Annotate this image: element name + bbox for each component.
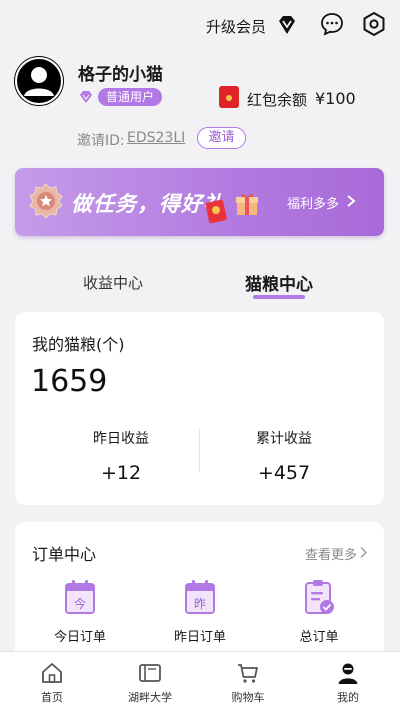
banner-title: 做任务，得好礼 [71,192,225,216]
svg-text:今: 今 [74,596,86,611]
member-diamond-icon [80,91,92,103]
grain-card: 我的猫粮(个) 1659 昨日收益 +12 累计收益 +457 [15,312,384,505]
task-banner[interactable]: 做任务，得好礼 福利多多 [15,168,384,236]
order-total[interactable]: 总订单 [274,578,364,648]
tab-income-center[interactable]: 收益中心 [83,272,143,293]
clipboard-check-icon [305,580,334,614]
stat-yesterday-label: 昨日收益 [93,431,149,447]
invite-code[interactable]: EDS23LI [127,130,185,146]
user-silhouette-icon [15,57,63,105]
invite-id-label: 邀请ID: [77,133,125,149]
grain-total: 1659 [31,364,108,399]
order-today-label: 今日订单 [53,630,106,645]
chevron-right-icon [360,547,367,558]
calendar-yesterday-icon: 昨 [185,580,215,614]
profile-icon [338,663,358,684]
red-envelope-icon [205,199,227,224]
message-icon[interactable] [319,11,345,37]
nav-university[interactable]: 湖畔大学 [100,652,200,710]
avatar[interactable] [14,56,64,106]
member-badge: 普通用户 [98,88,163,106]
username: 格子的小猫 [78,65,163,85]
red-packet-icon [219,86,239,108]
nav-mine-label: 我的 [337,691,359,704]
red-packet-value: ¥100 [315,89,356,108]
home-icon [42,663,62,683]
nav-university-label: 湖畔大学 [128,691,172,704]
upgrade-label[interactable]: 升级会员 [206,16,266,37]
chevron-right-icon [347,195,356,207]
banner-more-link[interactable]: 福利多多 [287,193,339,212]
order-today[interactable]: 今 今日订单 [35,578,125,648]
order-yesterday[interactable]: 昨 昨日订单 [155,578,245,648]
cart-icon [238,664,258,683]
settings-icon[interactable] [361,11,387,37]
stat-yesterday-value: +12 [100,462,142,484]
nav-mine[interactable]: 我的 [298,652,398,710]
svg-text:昨: 昨 [194,597,206,611]
invite-button[interactable]: 邀请 [197,127,246,149]
nav-cart-label: 购物车 [231,691,265,704]
tab-active-indicator [253,295,305,299]
order-yesterday-label: 昨日订单 [173,630,226,645]
red-packet-label: 红包余额 [247,91,308,109]
stat-total-label: 累计收益 [256,431,312,447]
orders-title: 订单中心 [32,545,97,564]
medal-icon [29,183,63,219]
bottom-nav: 首页 湖畔大学 购物车 我的 [0,651,400,710]
orders-more-link[interactable]: 查看更多 [305,544,357,563]
order-total-label: 总订单 [299,630,339,645]
diamond-vip-icon[interactable] [274,12,300,38]
book-icon [139,664,161,682]
calendar-today-icon: 今 [65,580,95,614]
stat-total-value: +457 [257,462,311,484]
orders-card: 订单中心 查看更多 今 今日订单 昨 昨日订单 总订单 [15,522,384,662]
nav-cart[interactable]: 购物车 [198,652,298,710]
nav-home-label: 首页 [41,691,63,704]
stat-divider [199,428,200,472]
nav-home[interactable]: 首页 [2,652,102,710]
tab-grain-center[interactable]: 猫粮中心 [245,270,313,295]
gift-icon [236,193,258,215]
top-bar: 升级会员 [0,8,400,44]
grain-title: 我的猫粮(个) [32,335,125,354]
